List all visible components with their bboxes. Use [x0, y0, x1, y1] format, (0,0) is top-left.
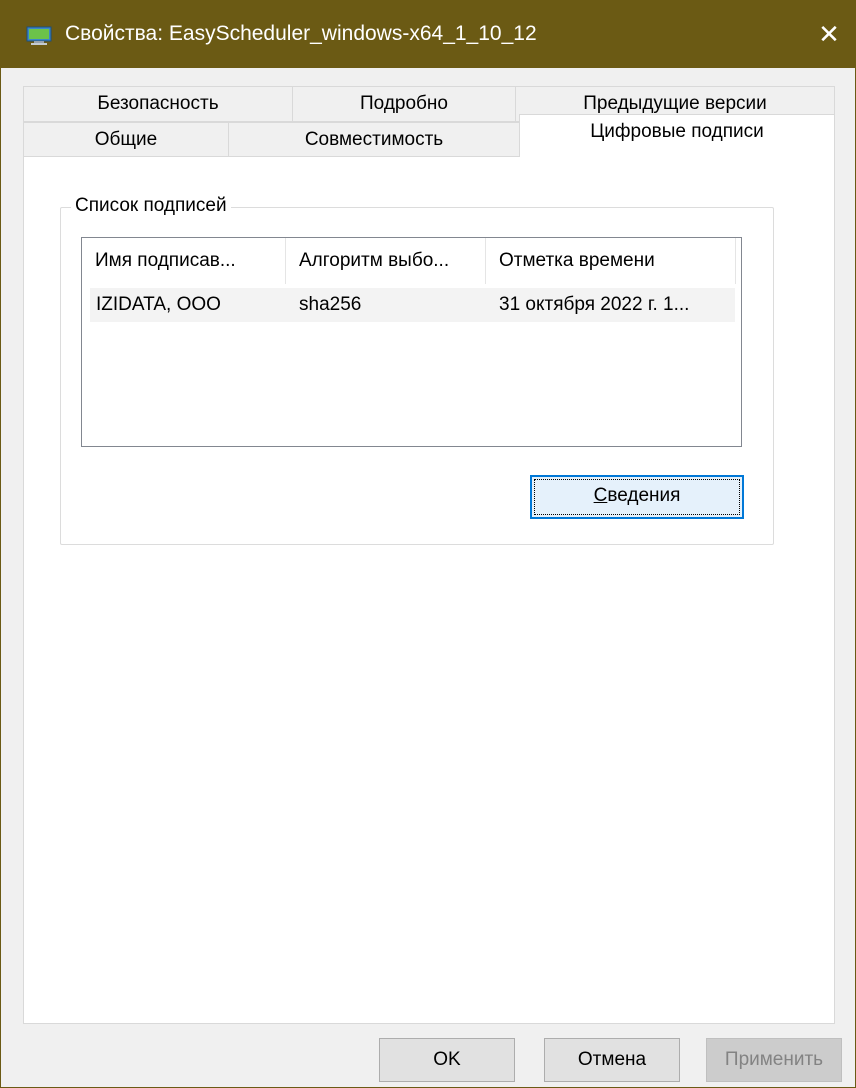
cancel-button[interactable]: Отмена: [544, 1038, 680, 1082]
group-label: Список подписей: [71, 195, 231, 217]
column-header-timestamp[interactable]: Отметка времени: [486, 238, 736, 284]
tab-label: Безопасность: [97, 93, 219, 114]
label-rest: ведения: [607, 485, 681, 506]
cell-timestamp: 31 октября 2022 г. 1...: [499, 294, 690, 315]
window-title: Свойства: EasyScheduler_windows-x64_1_10…: [65, 22, 537, 45]
column-header-algorithm[interactable]: Алгоритм выбо...: [286, 238, 486, 284]
tab-digital-signatures[interactable]: Цифровые подписи: [519, 114, 835, 157]
tab-panel: Список подписей Имя подписав... Алгоритм…: [23, 156, 835, 1024]
tab-compatibility[interactable]: Совместимость: [228, 122, 520, 158]
signature-list[interactable]: Имя подписав... Алгоритм выбо... Отметка…: [81, 237, 742, 447]
details-button[interactable]: Сведения: [530, 475, 744, 519]
cell-signer: IZIDATA, ООО: [96, 294, 221, 315]
app-icon: [26, 26, 52, 45]
list-header: Имя подписав... Алгоритм выбо... Отметка…: [82, 238, 741, 284]
tab-label: Предыдущие версии: [583, 93, 767, 114]
tab-label: Цифровые подписи: [590, 121, 764, 142]
close-button[interactable]: ✕: [801, 0, 856, 68]
details-button-label: Сведения: [594, 485, 681, 506]
tab-security[interactable]: Безопасность: [23, 86, 293, 122]
cancel-button-label: Отмена: [577, 1049, 647, 1070]
apply-button-label: Применить: [724, 1049, 824, 1070]
tab-details[interactable]: Подробно: [292, 86, 516, 122]
accelerator-key: С: [593, 485, 608, 506]
ok-button[interactable]: OK: [379, 1038, 515, 1082]
list-item[interactable]: IZIDATA, ООО sha256 31 октября 2022 г. 1…: [90, 288, 735, 322]
title-bar[interactable]: Свойства: EasyScheduler_windows-x64_1_10…: [1, 0, 856, 68]
properties-dialog: Свойства: EasyScheduler_windows-x64_1_10…: [0, 0, 856, 1088]
cell-algorithm: sha256: [299, 294, 362, 315]
column-header-signer[interactable]: Имя подписав...: [82, 238, 286, 284]
tab-label: Подробно: [360, 93, 448, 114]
tab-general[interactable]: Общие: [23, 122, 229, 158]
close-icon: ✕: [818, 19, 840, 49]
tab-label: Общие: [94, 129, 158, 150]
ok-button-label: OK: [433, 1049, 461, 1070]
apply-button[interactable]: Применить: [706, 1038, 842, 1082]
tab-label: Совместимость: [304, 129, 444, 150]
